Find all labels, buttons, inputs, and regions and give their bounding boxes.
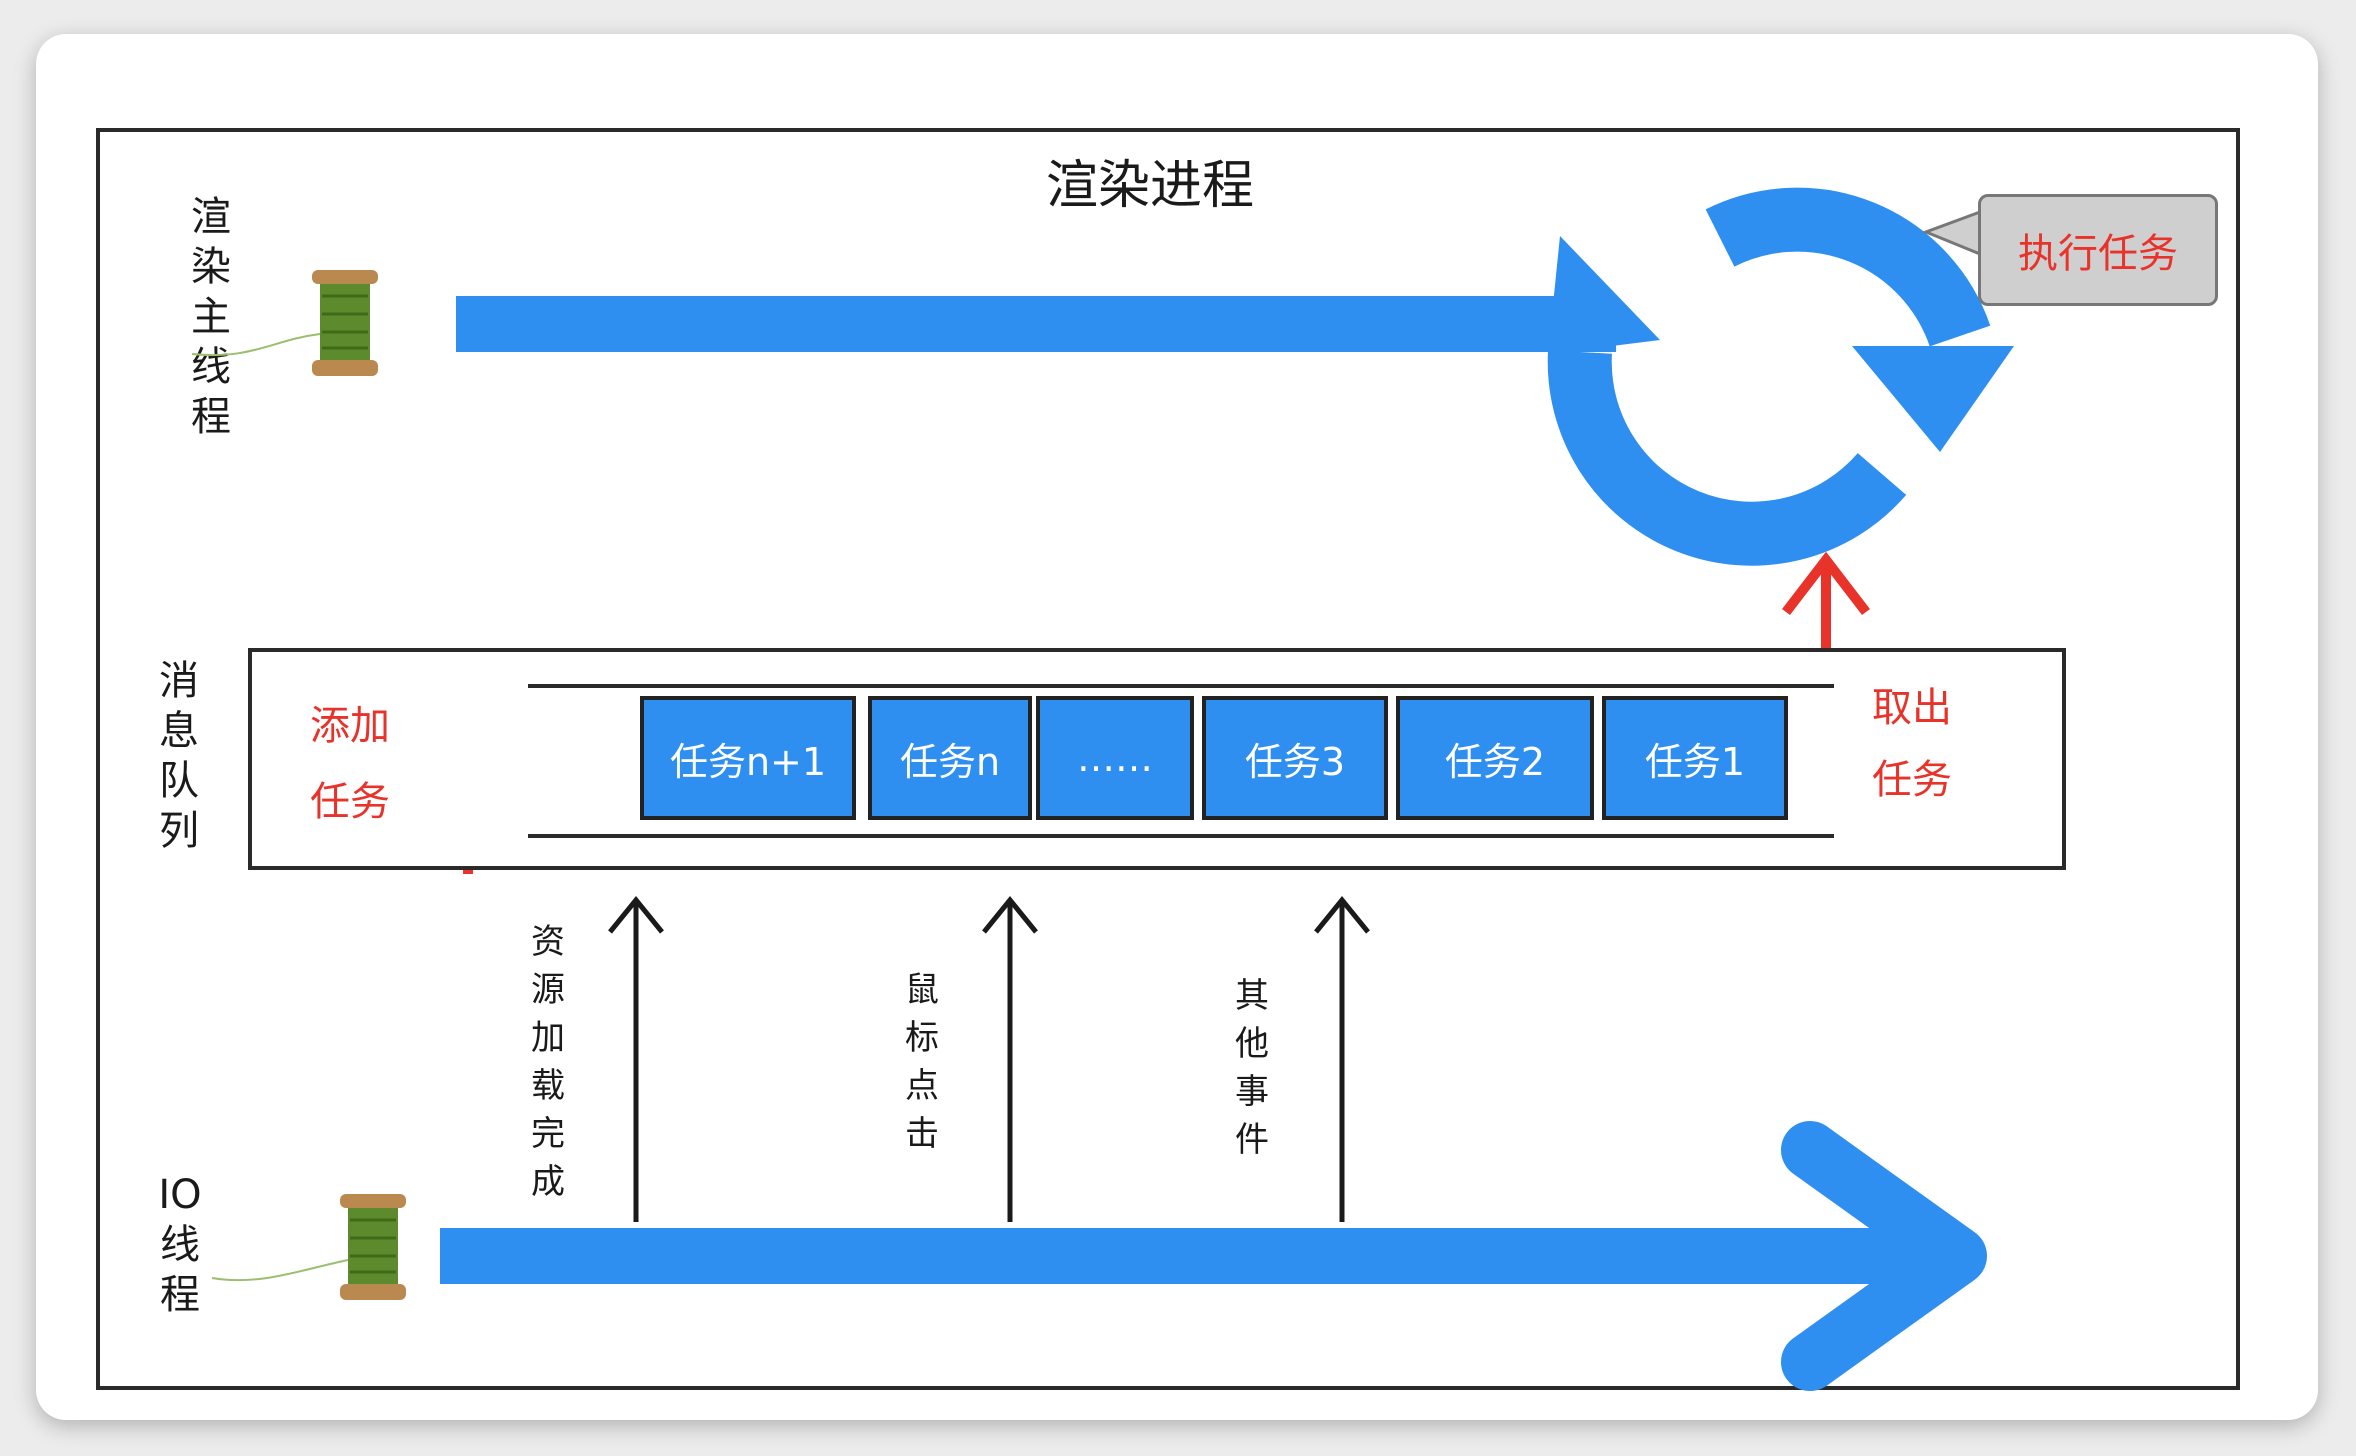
task-ellipsis: ……	[1036, 696, 1194, 820]
task-n: 任务n	[868, 696, 1032, 820]
task-1: 任务1	[1602, 696, 1788, 820]
render-thread-bar	[456, 296, 1616, 352]
thread-spool-icon	[211, 1194, 406, 1300]
event-label-other: 其他事件	[1235, 976, 1269, 1160]
execute-task-callout: 执行任务	[1978, 194, 2218, 306]
task-2: 任务2	[1396, 696, 1594, 820]
io-thread-bar	[440, 1228, 1910, 1284]
take-task-label-line1: 取出	[1872, 685, 1952, 731]
event-arrow-resource	[608, 896, 664, 1222]
add-task-label-line2: 任务	[310, 779, 390, 825]
queue-rail-bottom	[528, 834, 1834, 838]
take-task-label-line2: 任务	[1872, 757, 1952, 803]
queue-rail-top	[528, 684, 1834, 688]
event-label-resource: 资源加载完成	[531, 922, 565, 1202]
event-arrow-mouse	[982, 896, 1038, 1222]
add-task-label-line1: 添加	[310, 703, 390, 749]
event-arrow-other	[1314, 896, 1370, 1222]
thread-spool-icon	[191, 270, 378, 376]
event-label-mouse: 鼠标点击	[905, 970, 939, 1154]
loop-arrow-icon	[1547, 187, 2014, 566]
task-3: 任务3	[1202, 696, 1388, 820]
task-n-plus-1: 任务n+1	[640, 696, 856, 820]
